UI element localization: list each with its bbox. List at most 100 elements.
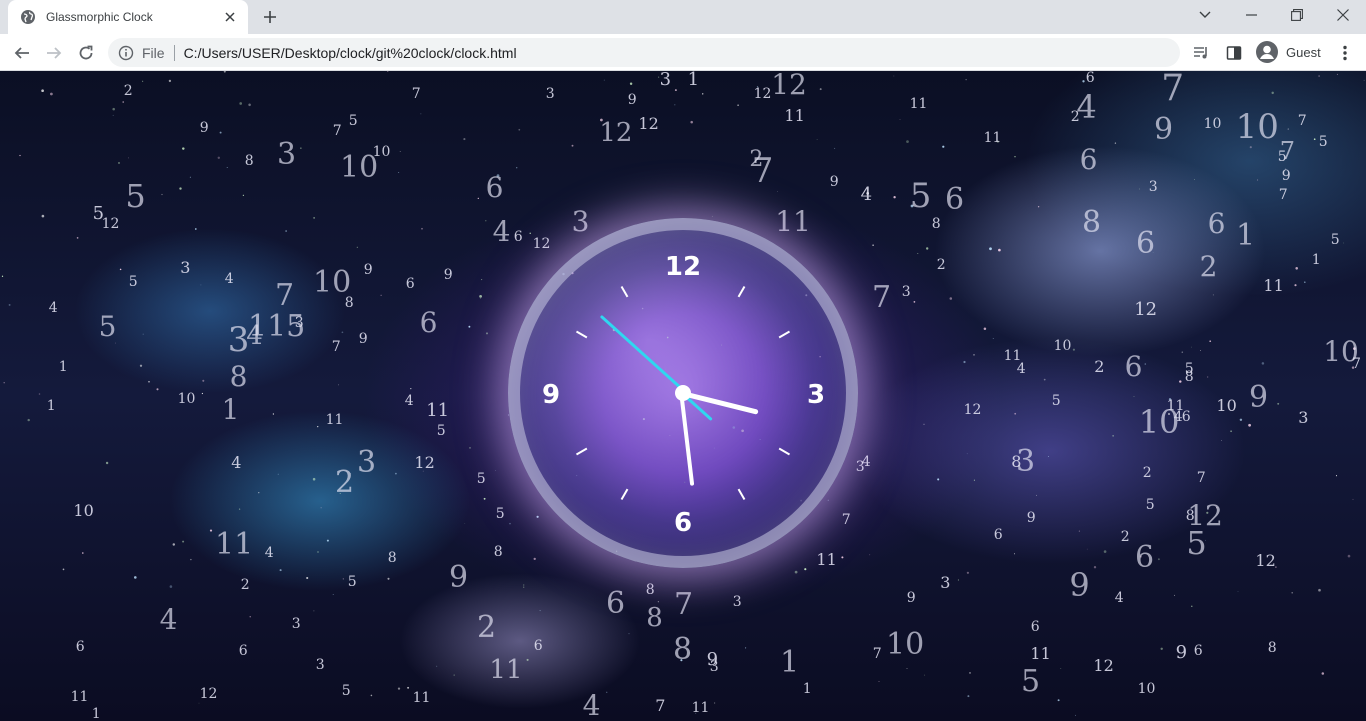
star: [523, 584, 525, 586]
floating-number: 5: [1318, 134, 1328, 150]
star: [1014, 156, 1016, 158]
star: [966, 453, 968, 455]
minimize-icon[interactable]: [1228, 0, 1274, 30]
star: [239, 102, 243, 105]
floating-number: 10: [1235, 107, 1279, 147]
star: [1072, 348, 1075, 351]
star: [1, 275, 4, 277]
star: [119, 268, 122, 271]
floating-number: 6: [238, 643, 248, 659]
star: [957, 579, 959, 581]
star: [1321, 672, 1325, 675]
star: [516, 167, 518, 169]
info-icon[interactable]: [118, 45, 134, 61]
star: [313, 217, 315, 219]
star: [1248, 423, 1251, 427]
clock-tick: [737, 285, 746, 298]
floating-number: 3: [315, 657, 325, 673]
floating-number: 3: [940, 573, 951, 592]
floating-number: 6: [1124, 350, 1143, 383]
url-text[interactable]: C:/Users/USER/Desktop/clock/git%20clock/…: [184, 45, 517, 61]
floating-number: 4: [159, 603, 178, 636]
floating-number: 10: [177, 391, 196, 407]
restore-icon[interactable]: [1274, 0, 1320, 30]
star: [3, 381, 5, 384]
close-tab-icon[interactable]: [222, 9, 238, 25]
floating-number: 1: [1236, 218, 1256, 253]
reload-icon[interactable]: [73, 40, 99, 66]
floating-number: 11: [983, 130, 1002, 146]
floating-number: 4: [404, 393, 414, 409]
forward-arrow-icon[interactable]: [41, 40, 67, 66]
floating-number: 5: [909, 176, 932, 216]
floating-number: 3: [659, 71, 672, 90]
media-queue-icon[interactable]: [1191, 42, 1213, 64]
star: [1037, 206, 1040, 208]
star: [1313, 138, 1316, 141]
floating-number: 7: [655, 696, 666, 715]
glass-clock: 12 3 6 9: [508, 218, 858, 568]
star: [410, 387, 412, 390]
profile-button[interactable]: Guest: [1252, 39, 1326, 65]
star: [179, 187, 182, 190]
star: [62, 568, 65, 571]
tab-search-chevron-icon[interactable]: [1182, 0, 1228, 30]
star: [1157, 558, 1160, 561]
floating-number: 3: [1298, 408, 1309, 427]
star: [518, 128, 521, 131]
star: [317, 551, 319, 553]
star: [182, 147, 185, 150]
floating-number: 12: [638, 114, 659, 133]
star: [142, 80, 144, 82]
star: [483, 497, 486, 500]
star: [338, 384, 340, 386]
star: [878, 681, 880, 682]
floating-number: 4: [264, 545, 274, 561]
floating-number: 10: [1216, 396, 1237, 415]
browser-tab[interactable]: Glassmorphic Clock: [8, 0, 248, 34]
minute-hand: [679, 391, 695, 486]
star: [906, 140, 909, 143]
star: [436, 665, 438, 667]
star: [628, 633, 630, 635]
floating-number: 4: [582, 689, 601, 721]
star: [804, 568, 807, 571]
star: [485, 332, 489, 335]
clock-label-12: 12: [664, 252, 702, 282]
floating-number: 5: [1330, 232, 1340, 248]
star: [485, 220, 487, 222]
floating-number: 1: [91, 706, 101, 721]
menu-dots-icon[interactable]: [1334, 42, 1356, 64]
floating-number: 8: [646, 603, 663, 633]
close-window-icon[interactable]: [1320, 0, 1366, 30]
new-tab-icon[interactable]: [258, 6, 282, 28]
star: [1221, 440, 1222, 441]
floating-number: 4: [860, 184, 873, 205]
back-arrow-icon[interactable]: [9, 40, 35, 66]
address-bar[interactable]: File C:/Users/USER/Desktop/clock/git%20c…: [108, 38, 1180, 67]
star: [1257, 179, 1259, 181]
star: [386, 71, 389, 72]
star: [1261, 362, 1265, 365]
star: [745, 647, 747, 649]
floating-number: 10: [1137, 681, 1156, 697]
floating-number: 2: [240, 577, 250, 593]
star: [1060, 668, 1062, 669]
star: [1043, 378, 1046, 381]
floating-number: 6: [485, 171, 504, 204]
star: [906, 667, 908, 669]
star: [1304, 281, 1306, 283]
star: [1347, 554, 1351, 558]
star: [606, 691, 608, 693]
floating-number: 12: [963, 402, 982, 418]
star: [827, 499, 829, 501]
star: [139, 364, 143, 367]
globe-icon: [20, 9, 36, 25]
star: [190, 558, 192, 561]
star: [306, 576, 309, 580]
floating-number: 7: [872, 280, 892, 315]
floating-number: 5: [1021, 664, 1041, 699]
star: [526, 658, 529, 661]
side-panel-icon[interactable]: [1223, 42, 1245, 64]
floating-number: 6: [405, 276, 415, 292]
